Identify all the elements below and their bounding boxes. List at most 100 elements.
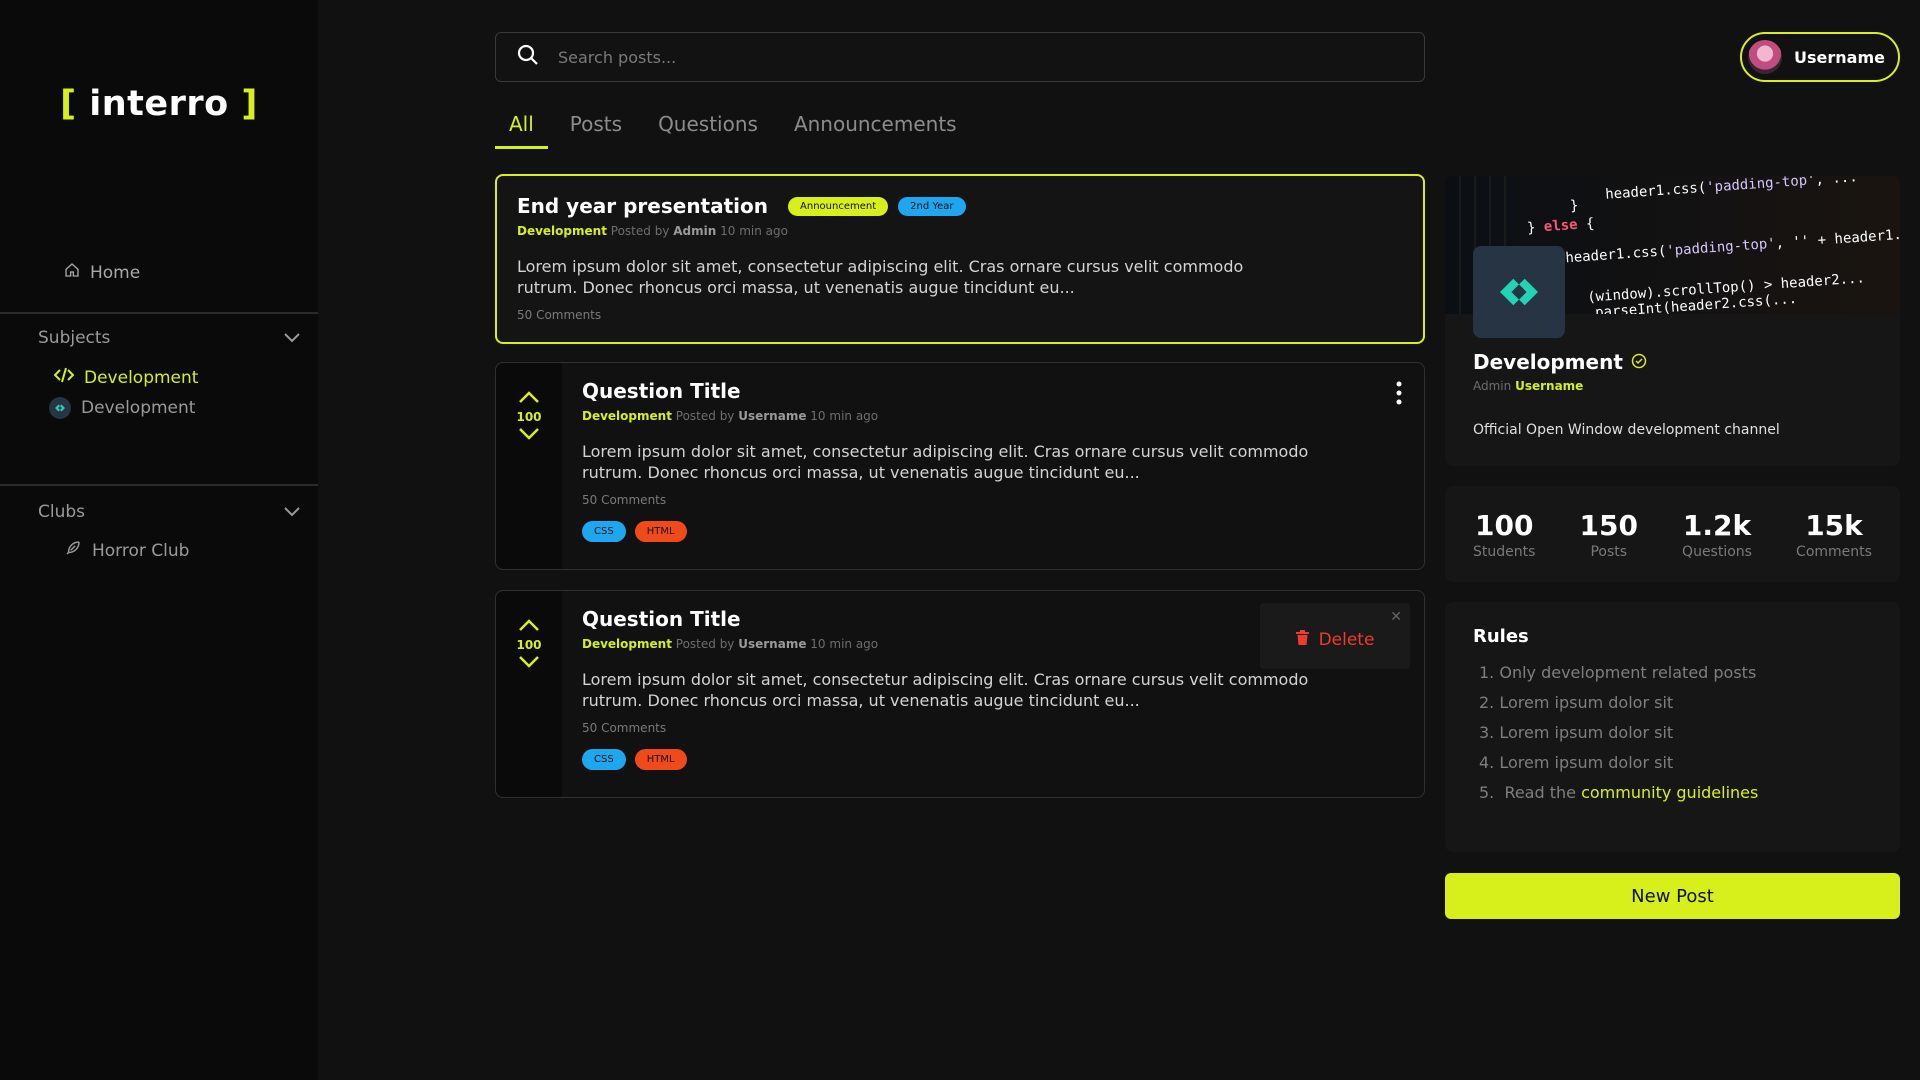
post-channel-link[interactable]: Development: [582, 637, 672, 651]
community-guidelines-link[interactable]: community guidelines: [1581, 783, 1758, 802]
rule-item: 4. Lorem ipsum dolor sit: [1479, 753, 1674, 772]
tab-announcements[interactable]: Announcements: [780, 110, 971, 149]
posted-by-label: Posted by: [675, 409, 735, 423]
channel-name-text: Development: [1473, 350, 1623, 374]
tag-html[interactable]: HTML: [634, 521, 687, 542]
stat-questions: 1.2k Questions: [1682, 509, 1752, 560]
downvote-icon[interactable]: [518, 654, 540, 673]
sidebar-item-horror-club[interactable]: Horror Club: [64, 539, 189, 562]
clubs-heading: Clubs: [38, 502, 86, 522]
code-icon: [53, 367, 75, 388]
channel-name: Development: [1473, 350, 1647, 374]
question-card[interactable]: 100 Question Title Development Posted by…: [495, 362, 1425, 570]
search-bar: [495, 32, 1425, 82]
logo-bracket-close: ]: [241, 84, 258, 124]
sidebar-item-label: Horror Club: [92, 540, 190, 561]
comments-count[interactable]: 50 Comments: [582, 721, 1382, 735]
vote-count: 100: [516, 410, 542, 424]
stat-value: 150: [1579, 508, 1638, 542]
post-body: Lorem ipsum dolor sit amet, consectetur …: [582, 441, 1382, 483]
announcement-badge: Announcement: [788, 196, 889, 216]
delete-label: Delete: [1318, 630, 1375, 650]
nav-home-label: Home: [90, 262, 141, 283]
post-body-line: Lorem ipsum dolor sit amet, consectetur …: [517, 257, 1244, 276]
post-body: Lorem ipsum dolor sit amet, consectetur …: [582, 669, 1382, 711]
channel-info-card: header1.css('padding-top', ... } } else …: [1445, 176, 1900, 466]
rules-card: Rules 1. Only development related posts …: [1445, 602, 1900, 852]
stat-posts: 150 Posts: [1580, 509, 1638, 560]
admin-label: Admin: [1473, 379, 1512, 393]
upvote-icon[interactable]: [518, 617, 540, 636]
trash-icon: [1295, 630, 1309, 650]
sidebar-item-development[interactable]: Development: [53, 367, 199, 388]
tab-posts[interactable]: Posts: [556, 110, 636, 149]
user-name: Username: [1794, 47, 1885, 67]
post-author[interactable]: Admin: [673, 224, 716, 238]
verified-icon: [1631, 350, 1647, 374]
year-badge: 2nd Year: [898, 196, 966, 216]
downvote-icon[interactable]: [518, 426, 540, 445]
delete-button[interactable]: Delete: [1295, 630, 1375, 650]
post-body-line: rutrum. Donec rhoncus orci massa, ut ven…: [517, 278, 1075, 297]
close-icon[interactable]: ✕: [1390, 609, 1402, 625]
question-card[interactable]: 100 Question Title Development Posted by…: [495, 590, 1425, 798]
logo-bracket-open: [: [60, 84, 77, 124]
tab-questions[interactable]: Questions: [644, 110, 772, 149]
rule-item: 1. Only development related posts: [1479, 663, 1757, 682]
sidebar-item-development-channel[interactable]: Development: [49, 397, 195, 419]
vote-column: 100: [496, 591, 562, 797]
rule-item: 5. Read the community guidelines: [1473, 783, 1872, 802]
comments-count[interactable]: 50 Comments: [517, 308, 1403, 322]
logo[interactable]: [ interro ]: [0, 84, 318, 124]
tag-css[interactable]: CSS: [582, 749, 626, 770]
stat-label: Posts: [1590, 543, 1628, 560]
subjects-heading: Subjects: [38, 328, 111, 348]
channel-stats: 100 Students 150 Posts 1.2k Questions 15…: [1445, 486, 1900, 582]
clubs-section-toggle[interactable]: Clubs: [38, 502, 300, 522]
channel-logo-icon: [1473, 246, 1565, 338]
post-title[interactable]: Question Title: [582, 379, 1382, 403]
posted-by-label: Posted by: [675, 637, 735, 651]
post-meta: Development Posted by Username 10 min ag…: [582, 409, 1382, 423]
stat-label: Students: [1473, 543, 1536, 560]
upvote-icon[interactable]: [518, 389, 540, 408]
stat-value: 15k: [1805, 508, 1863, 542]
user-menu-button[interactable]: Username: [1740, 32, 1900, 82]
sidebar-item-label: Development: [81, 398, 196, 418]
post-body-line: Lorem ipsum dolor sit amet, consectetur …: [582, 442, 1309, 461]
stat-students: 100 Students: [1473, 509, 1535, 560]
tag-html[interactable]: HTML: [634, 749, 687, 770]
sidebar-divider: [0, 484, 318, 486]
post-time: 10 min ago: [810, 637, 879, 651]
subjects-section-toggle[interactable]: Subjects: [38, 328, 300, 348]
more-options-icon[interactable]: [1396, 381, 1402, 409]
rule-item: 3. Lorem ipsum dolor sit: [1479, 723, 1674, 742]
channel-logo-icon: [49, 397, 71, 419]
post-channel-link[interactable]: Development: [517, 224, 607, 238]
rules-title: Rules: [1473, 626, 1529, 647]
post-meta: Development Posted by Admin 10 min ago: [517, 224, 1403, 238]
tab-all[interactable]: All: [495, 110, 548, 149]
post-channel-link[interactable]: Development: [582, 409, 672, 423]
post-author[interactable]: Username: [738, 409, 806, 423]
vote-column: 100: [496, 363, 562, 569]
logo-text: interro: [89, 84, 229, 124]
new-post-button[interactable]: New Post: [1445, 873, 1900, 919]
announcement-card[interactable]: End year presentation Announcement 2nd Y…: [495, 174, 1425, 344]
admin-username[interactable]: Username: [1515, 379, 1583, 393]
post-body-line: rutrum. Donec rhoncus orci massa, ut ven…: [582, 691, 1140, 710]
search-icon: [516, 43, 540, 71]
feather-icon: [64, 539, 82, 562]
search-input[interactable]: [558, 47, 1378, 67]
comments-count[interactable]: 50 Comments: [582, 493, 1382, 507]
tag-css[interactable]: CSS: [582, 521, 626, 542]
sidebar-item-label: Development: [84, 367, 199, 388]
post-time: 10 min ago: [810, 409, 879, 423]
sidebar-divider: [0, 312, 318, 314]
rule-item: 2. Lorem ipsum dolor sit: [1479, 693, 1674, 712]
post-title[interactable]: End year presentation: [517, 194, 768, 218]
post-author[interactable]: Username: [738, 637, 806, 651]
stat-label: Comments: [1796, 543, 1872, 560]
post-filter-tabs: All Posts Questions Announcements: [495, 110, 979, 149]
nav-home[interactable]: Home: [64, 262, 140, 283]
